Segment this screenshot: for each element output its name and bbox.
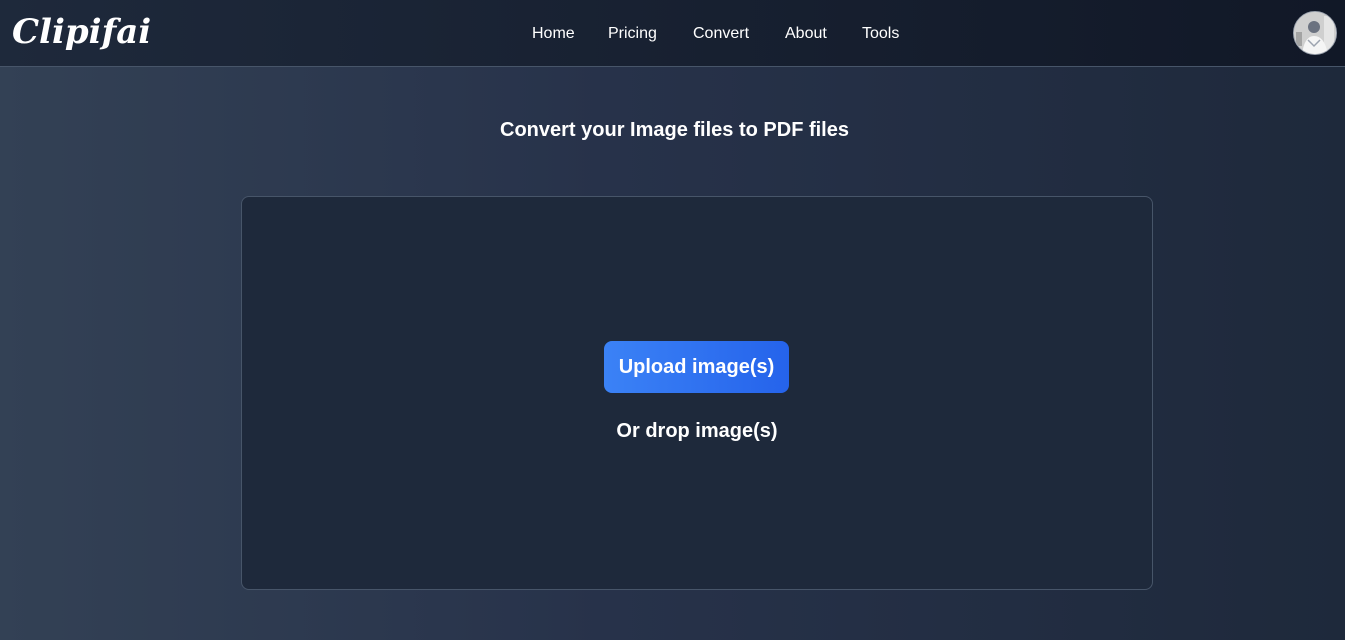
drop-images-hint: Or drop image(s): [616, 420, 778, 442]
nav-tools[interactable]: Tools: [862, 22, 899, 46]
nav-pricing[interactable]: Pricing: [608, 22, 657, 46]
nav-convert[interactable]: Convert: [693, 22, 749, 46]
upload-images-button[interactable]: Upload image(s): [604, 341, 789, 393]
top-navbar: Clipifai Home Pricing Convert About Tool…: [0, 0, 1345, 67]
page-title: Convert your Image files to PDF files: [500, 119, 849, 141]
image-dropzone[interactable]: [241, 196, 1153, 590]
main-nav: Home Pricing Convert About Tools: [0, 22, 1345, 46]
nav-about[interactable]: About: [785, 22, 827, 46]
nav-home[interactable]: Home: [532, 22, 575, 46]
user-avatar-icon: [1294, 12, 1336, 54]
user-avatar[interactable]: [1293, 11, 1337, 55]
